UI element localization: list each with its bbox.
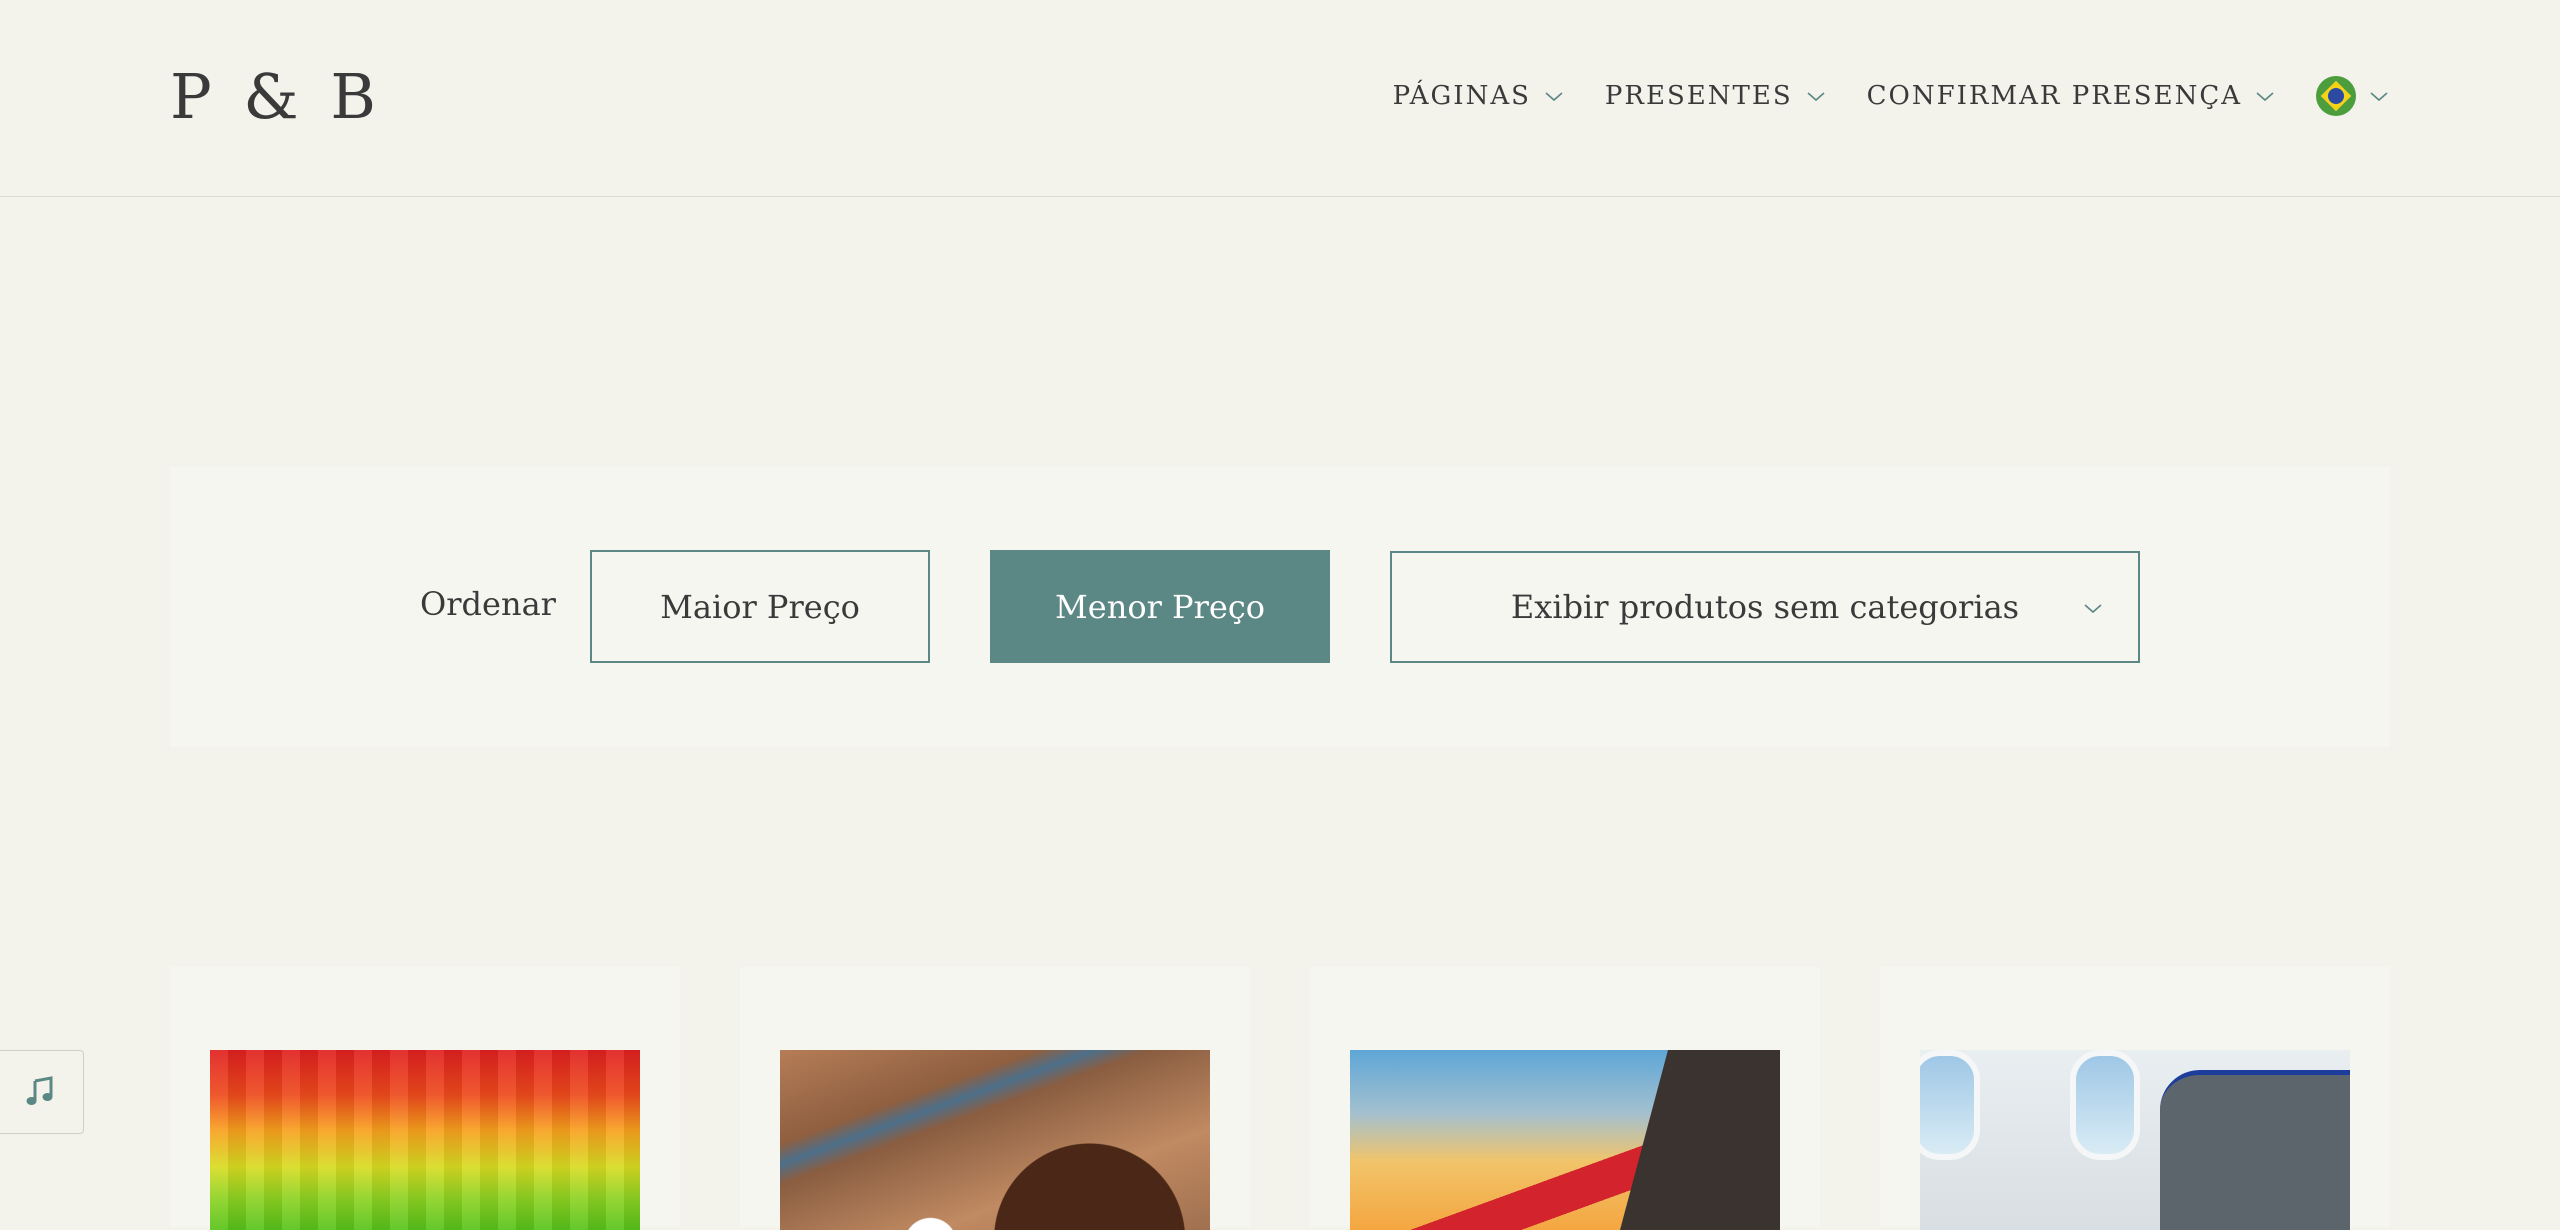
music-toggle-button[interactable] (0, 1050, 84, 1134)
category-select[interactable]: Exibir produtos sem categorias (1390, 551, 2140, 663)
category-select-value: Exibir produtos sem categorias (1510, 588, 2020, 626)
sort-highest-price-button[interactable]: Maior Preço (590, 550, 930, 663)
sort-label: Ordenar (420, 585, 556, 623)
nav-item-confirmar-presenca[interactable]: CONFIRMAR PRESENÇA (1867, 81, 2276, 111)
chevron-down-icon (2370, 92, 2388, 102)
product-card[interactable] (1310, 967, 1820, 1230)
site-header: P & B PÁGINAS PRESENTES CONFIRMAR PRESEN… (0, 0, 2560, 197)
language-selector[interactable] (2316, 76, 2390, 116)
product-card[interactable] (740, 967, 1250, 1230)
nav-item-label: PÁGINAS (1392, 81, 1531, 111)
sort-lowest-price-button[interactable]: Menor Preço (990, 550, 1330, 663)
rainbow-pixel-image[interactable] (210, 1050, 640, 1230)
brazil-flag-icon (2316, 76, 2356, 116)
filter-panel: Ordenar Maior Preço Menor Preço Exibir p… (170, 467, 2390, 747)
chocolate-truffle-image[interactable] (780, 1050, 1210, 1230)
chevron-down-icon (2084, 604, 2102, 614)
nav-item-paginas[interactable]: PÁGINAS (1393, 81, 1565, 111)
product-card[interactable] (170, 967, 680, 1230)
nav-item-presentes[interactable]: PRESENTES (1605, 81, 1827, 111)
main-nav: PÁGINAS PRESENTES CONFIRMAR PRESENÇA (1393, 76, 2390, 116)
product-card[interactable] (1880, 967, 2390, 1230)
music-note-icon (26, 1076, 53, 1105)
nav-item-label: CONFIRMAR PRESENÇA (1866, 81, 2242, 111)
chevron-down-icon (1807, 92, 1825, 102)
airplane-cabin-image[interactable] (1920, 1050, 2350, 1230)
red-train-image[interactable] (1350, 1050, 1780, 1230)
chevron-down-icon (2256, 92, 2274, 102)
chevron-down-icon (1545, 92, 1563, 102)
nav-item-label: PRESENTES (1604, 81, 1793, 111)
site-logo[interactable]: P & B (170, 60, 382, 133)
